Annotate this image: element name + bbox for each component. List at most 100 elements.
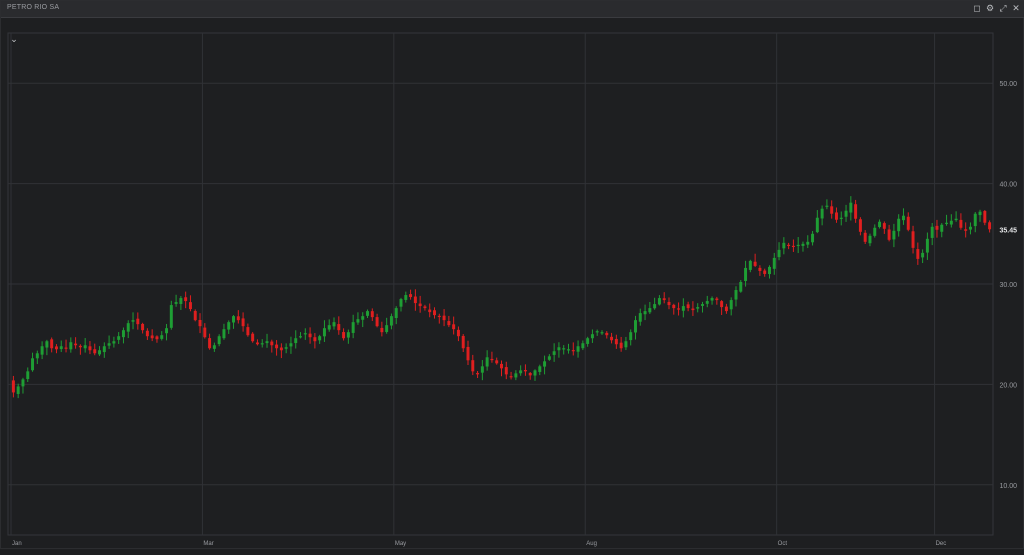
candle-body [313,337,317,342]
candle-body [801,243,805,246]
candle-body [787,244,791,246]
candle-body [705,301,709,304]
candle-body [796,244,800,247]
candle-body [619,342,623,349]
candle-body [892,230,896,240]
candle-body [217,336,221,345]
candle-body [227,322,231,330]
candle-body [806,241,810,245]
candle-body [11,380,15,393]
candle-body [471,360,475,372]
candle-body [409,294,413,298]
candle-body [854,204,858,219]
candle-body [437,315,441,318]
candle-body [461,335,465,349]
candle-body [93,349,97,354]
candle-body [141,323,145,331]
candle-body [959,219,963,228]
candle-body [576,346,580,352]
y-tick-label: 30.00 [999,282,1017,289]
candle-body [361,316,365,320]
candle-body [418,303,422,307]
candle-body [715,298,719,301]
candle-body [169,305,173,328]
candle-body [299,336,302,338]
candle-body [337,324,341,331]
candle-body [543,361,547,367]
candle-body [552,351,556,355]
restore-icon[interactable]: ◻ [972,3,982,14]
candle-body [289,343,293,347]
candle-body [767,266,771,275]
candle-body [629,332,633,341]
candle-body [964,229,968,231]
candle-body [581,343,585,349]
candle-body [758,267,762,271]
x-tick-label: May [395,541,406,547]
candle-body [916,249,920,259]
candle-body [586,338,590,344]
settings-icon[interactable]: ⚙ [985,3,995,14]
candle-body [16,386,20,394]
candle-body [595,331,599,333]
chart-area[interactable]: 10.00 20.00 30.00 40.00 50.00 Jan Mar May Aug Oct… [1,17,1024,550]
x-tick-label: Oct [778,541,788,547]
candle-body [897,218,901,232]
candle-body [294,338,298,344]
y-tick-label: 10.00 [999,483,1017,490]
candle-body [370,311,374,318]
candle-body [356,319,360,323]
candle-body [69,342,73,350]
candle-body [763,270,767,274]
candle-body [538,366,542,372]
candle-body [945,222,949,224]
candle-body [863,232,867,242]
candle-body [466,346,470,361]
candle-body [820,208,824,219]
candle-body [255,342,259,345]
candle-body [102,346,106,353]
candle-body [456,329,460,337]
candle-body [98,350,102,355]
candle-body [983,211,987,223]
candle-body [734,290,738,300]
candle-body [901,215,905,221]
candle-body [562,348,566,350]
candlestick-chart[interactable]: 10.00 20.00 30.00 40.00 50.00 Jan Mar May Aug Oct… [1,17,1024,550]
candle-body [155,336,159,340]
candle-body [624,341,628,348]
candle-body [681,306,685,311]
candle-body [753,261,757,266]
candle-body [667,301,671,306]
candle-body [830,206,834,214]
candle-body [83,345,87,349]
candle-body [404,295,408,300]
candle-body [203,327,207,338]
candle-body [399,299,403,307]
candle-body [634,320,637,333]
candle-body [878,221,882,228]
candle-body [653,304,657,309]
candle-body [78,345,82,348]
candle-body [54,346,58,350]
expand-icon[interactable]: ⤢ [998,3,1008,14]
close-icon[interactable]: ✕ [1011,3,1021,14]
candle-body [672,304,676,309]
x-tick-label: Aug [586,541,597,547]
candle-body [389,316,393,326]
candle-body [241,318,245,327]
candle-body [45,341,49,348]
candle-body [514,373,518,378]
candle-body [528,372,532,376]
candle-body [413,296,417,304]
candle-body [930,226,934,238]
candle-body [322,328,326,337]
candle-body [677,308,681,310]
candle-body [64,347,68,349]
candle-body [724,306,728,312]
candle-body [519,370,523,374]
candle-body [380,327,384,333]
candle-body [567,349,570,351]
candle-body [973,213,977,227]
candle-body [327,325,331,330]
